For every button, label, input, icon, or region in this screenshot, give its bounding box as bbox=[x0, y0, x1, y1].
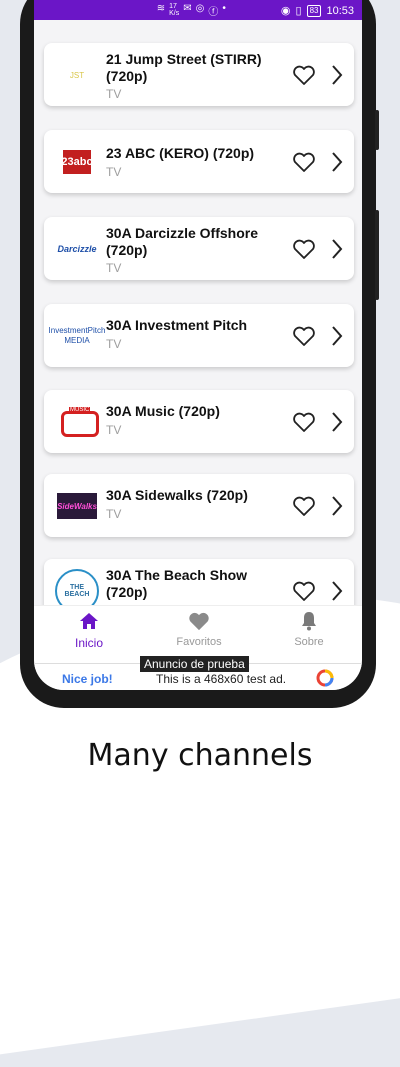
favorite-heart-icon[interactable] bbox=[292, 580, 316, 602]
channel-logo: SideWalks bbox=[54, 484, 100, 528]
phone-screen: ≋ 17 K/s ✉ ◎ ⓕ • ◉ ▯ 83 10:53 JST 21 Jump… bbox=[34, 0, 362, 690]
chevron-right-icon[interactable] bbox=[330, 410, 344, 434]
channel-logo: Darcizzle bbox=[57, 244, 97, 254]
status-time: 10:53 bbox=[326, 4, 354, 17]
channel-title: 30A Sidewalks (720p) bbox=[106, 487, 248, 503]
channel-subtitle: TV bbox=[106, 507, 122, 521]
channel-title: 30A The Beach Show (720p) bbox=[106, 567, 248, 600]
dot-icon: • bbox=[222, 3, 226, 14]
channel-subtitle: TV bbox=[106, 87, 122, 101]
channel-card[interactable]: Darcizzle 30A Darcizzle Offshore (720p) … bbox=[44, 217, 354, 280]
channel-title: 30A Investment Pitch bbox=[106, 317, 248, 333]
channel-title: 30A Darcizzle Offshore (720p) bbox=[106, 225, 258, 258]
nav-item-inicio[interactable]: Inicio bbox=[44, 610, 134, 650]
channel-subtitle: TV bbox=[106, 337, 122, 351]
channel-subtitle: TV bbox=[106, 261, 122, 275]
volume-button bbox=[375, 110, 379, 150]
ad-nice-label: Nice job! bbox=[62, 672, 113, 686]
channel-title: 30A Music (720p) bbox=[106, 403, 220, 419]
favorite-heart-icon[interactable] bbox=[292, 238, 316, 260]
favorite-heart-icon[interactable] bbox=[292, 325, 316, 347]
chevron-right-icon[interactable] bbox=[330, 150, 344, 174]
bell-icon bbox=[302, 612, 316, 631]
channel-card[interactable]: THE BEACH 30A The Beach Show (720p) TV bbox=[44, 559, 354, 605]
net-speed: 17 K/s bbox=[169, 3, 180, 17]
channel-title: 21 Jump Street (STIRR) (720p) bbox=[106, 51, 262, 84]
channel-subtitle: TV bbox=[106, 165, 122, 179]
wifi-icon: ≋ bbox=[156, 3, 166, 14]
ad-text: This is a 468x60 test ad. bbox=[156, 672, 287, 686]
nav-item-sobre[interactable]: Sobre bbox=[264, 610, 354, 648]
channel-card[interactable]: MUSIC 30A Music (720p) TV bbox=[44, 390, 354, 453]
chevron-right-icon[interactable] bbox=[330, 494, 344, 518]
nav-label-sobre: Sobre bbox=[294, 636, 324, 648]
channel-logo: InvestmentPitch MEDIA bbox=[48, 326, 106, 345]
messenger-icon: ✉ bbox=[183, 3, 192, 14]
nav-label-inicio: Inicio bbox=[74, 636, 103, 650]
channel-logo: THE BEACH bbox=[54, 569, 100, 605]
status-bar: ≋ 17 K/s ✉ ◎ ⓕ • ◉ ▯ 83 10:53 bbox=[34, 0, 362, 20]
channel-logo: MUSIC bbox=[54, 400, 100, 444]
favorite-heart-icon[interactable] bbox=[292, 151, 316, 173]
channel-logo: 23abc bbox=[54, 140, 100, 184]
status-icons: ≋ 17 K/s ✉ ◎ ⓕ • bbox=[157, 3, 226, 18]
nav-item-favoritos[interactable]: Favoritos bbox=[154, 610, 244, 648]
chevron-right-icon[interactable] bbox=[330, 579, 344, 603]
facebook-icon: ⓕ bbox=[208, 7, 219, 18]
home-icon bbox=[80, 613, 98, 629]
chevron-right-icon[interactable] bbox=[330, 237, 344, 261]
channel-list[interactable]: JST 21 Jump Street (STIRR) (720p) TV 23a… bbox=[34, 20, 362, 605]
favorite-heart-icon[interactable] bbox=[292, 64, 316, 86]
nav-label-favoritos: Favoritos bbox=[176, 636, 222, 648]
chevron-right-icon[interactable] bbox=[330, 63, 344, 87]
channel-subtitle: TV bbox=[106, 423, 122, 437]
channel-logo: JST bbox=[69, 70, 85, 80]
vibrate-icon: ▯ bbox=[295, 5, 302, 17]
bottom-navigation: Inicio Favoritos Sobre bbox=[34, 605, 362, 656]
adchoices-icon[interactable] bbox=[316, 669, 334, 687]
promo-caption: Many channels bbox=[87, 738, 313, 773]
channel-title: 23 ABC (KERO) (720p) bbox=[106, 145, 255, 161]
whatsapp-icon: ◎ bbox=[195, 3, 205, 14]
battery-indicator: 83 bbox=[306, 4, 322, 17]
chevron-right-icon[interactable] bbox=[330, 324, 344, 348]
channel-card[interactable]: JST 21 Jump Street (STIRR) (720p) TV bbox=[44, 43, 354, 106]
channel-card[interactable]: InvestmentPitch MEDIA 30A Investment Pit… bbox=[44, 304, 354, 367]
favorite-heart-icon[interactable] bbox=[292, 495, 316, 517]
ad-test-label: Anuncio de prueba bbox=[140, 656, 249, 672]
heart-icon bbox=[189, 612, 209, 631]
channel-card[interactable]: SideWalks 30A Sidewalks (720p) TV bbox=[44, 474, 354, 537]
channel-card[interactable]: 23abc 23 ABC (KERO) (720p) TV bbox=[44, 130, 354, 193]
favorite-heart-icon[interactable] bbox=[292, 411, 316, 433]
eye-icon: ◉ bbox=[280, 5, 291, 17]
power-button bbox=[375, 210, 379, 300]
